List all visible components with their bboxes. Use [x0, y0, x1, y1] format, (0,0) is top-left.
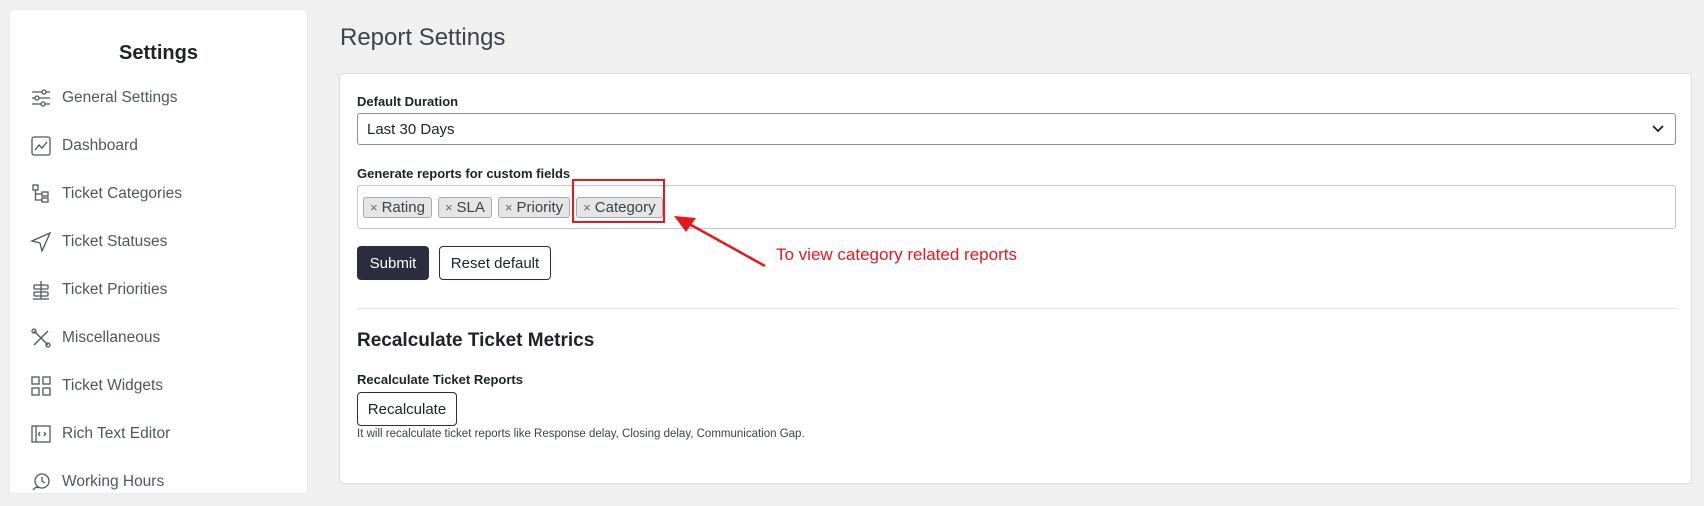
category-highlight-box	[572, 179, 665, 223]
sliders-icon	[30, 87, 52, 109]
tag-label: Priority	[516, 198, 564, 216]
sidebar-item-label: Dashboard	[62, 137, 138, 154]
custom-fields-label: Generate reports for custom fields	[357, 166, 571, 181]
sidebar-item-miscellaneous[interactable]: Miscellaneous	[10, 314, 307, 362]
reset-default-button[interactable]: Reset default	[439, 246, 551, 280]
sidebar-item-label: Ticket Categories	[62, 185, 183, 202]
custom-fields-tag-input[interactable]: × Rating × SLA × Priority × Category	[357, 185, 1676, 229]
widgets-icon	[30, 375, 52, 397]
recalculate-section-title: Recalculate Ticket Metrics	[357, 330, 595, 351]
sidebar-title: Settings	[119, 42, 198, 64]
recalculate-button[interactable]: Recalculate	[357, 392, 457, 426]
sidebar-item-label: Miscellaneous	[62, 329, 161, 346]
submit-button[interactable]: Submit	[357, 246, 429, 280]
sidebar-item-ticket-categories[interactable]: Ticket Categories	[10, 170, 307, 218]
sidebar-item-dashboard[interactable]: Dashboard	[10, 122, 307, 170]
annotation-arrow-icon	[674, 216, 766, 268]
code-window-icon	[30, 423, 52, 445]
remove-tag-icon[interactable]: ×	[445, 200, 453, 215]
section-divider	[357, 308, 1676, 309]
sidebar-item-label: General Settings	[62, 89, 178, 106]
recalculate-help-text: It will recalculate ticket reports like …	[357, 428, 805, 440]
sidebar-item-label: Rich Text Editor	[62, 425, 171, 442]
sidebar-item-general-settings[interactable]: General Settings	[10, 74, 307, 122]
category-tree-icon	[30, 183, 52, 205]
sidebar-item-ticket-statuses[interactable]: Ticket Statuses	[10, 218, 307, 266]
sidebar-item-label: Ticket Statuses	[62, 233, 168, 250]
tag-label: SLA	[456, 198, 485, 216]
sidebar-item-rich-text-editor[interactable]: Rich Text Editor	[10, 410, 307, 458]
sidebar-item-working-hours[interactable]: Working Hours	[10, 458, 307, 506]
clock-icon	[30, 471, 52, 493]
tools-icon	[30, 327, 52, 349]
tag-sla: × SLA	[437, 196, 492, 218]
sidebar-item-label: Ticket Widgets	[62, 377, 164, 394]
sidebar-item-ticket-widgets[interactable]: Ticket Widgets	[10, 362, 307, 410]
sidebar-item-label: Working Hours	[62, 473, 165, 490]
tag-rating: × Rating	[363, 196, 432, 218]
chevron-down-icon	[1652, 125, 1664, 133]
remove-tag-icon[interactable]: ×	[370, 200, 378, 215]
default-duration-select[interactable]: Last 30 Days	[357, 113, 1676, 145]
tag-priority: × Priority	[497, 196, 571, 218]
chart-icon	[30, 135, 52, 157]
priority-icon	[30, 279, 52, 301]
settings-sidebar: Settings General Settings Dashboard Tick…	[10, 10, 307, 493]
default-duration-label: Default Duration	[357, 94, 459, 109]
send-icon	[30, 231, 52, 253]
remove-tag-icon[interactable]: ×	[505, 200, 513, 215]
tag-label: Rating	[381, 198, 425, 216]
report-settings-card: Default Duration Last 30 Days Generate r…	[339, 73, 1692, 484]
default-duration-value: Last 30 Days	[367, 120, 455, 138]
sidebar-item-label: Ticket Priorities	[62, 281, 168, 298]
annotation-text: To view category related reports	[776, 245, 1017, 264]
sidebar-nav: General Settings Dashboard Ticket Catego…	[10, 74, 307, 506]
page-title: Report Settings	[340, 24, 506, 51]
sidebar-item-ticket-priorities[interactable]: Ticket Priorities	[10, 266, 307, 314]
recalculate-reports-label: Recalculate Ticket Reports	[357, 372, 523, 387]
